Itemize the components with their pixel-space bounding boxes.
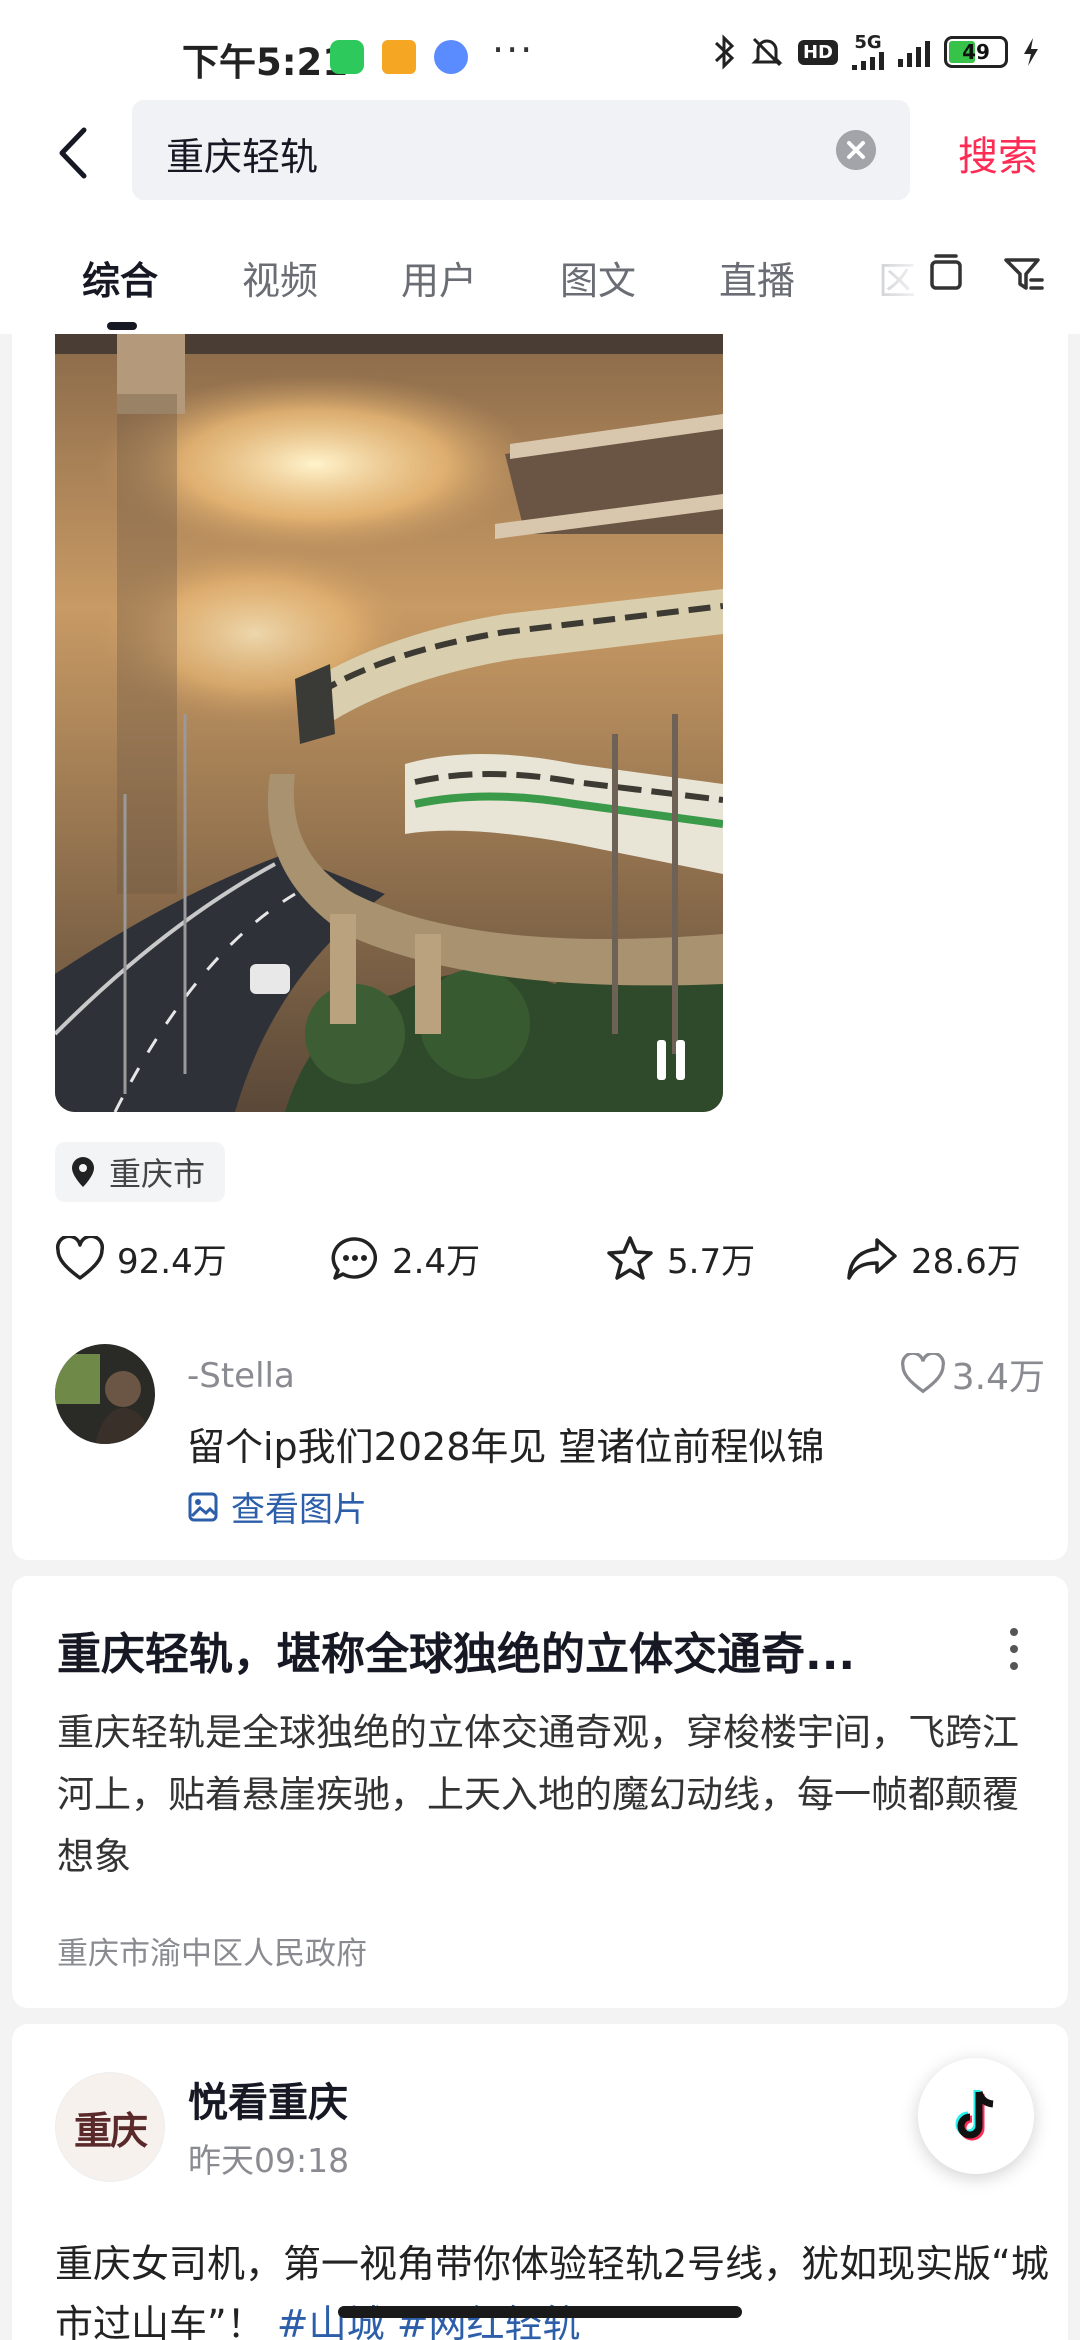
pause-icon[interactable] xyxy=(653,1038,689,1082)
clear-search-icon[interactable] xyxy=(836,130,876,170)
avatar-text: 重庆 xyxy=(73,2107,148,2153)
favorite-count: 5.7万 xyxy=(667,1242,756,1282)
heart-icon xyxy=(55,1235,105,1280)
heart-icon xyxy=(900,1353,945,1394)
more-notifications-icon: ··· xyxy=(492,28,535,72)
battery-icon: 49 xyxy=(944,36,1008,68)
network-type: 5G xyxy=(854,32,882,53)
top-comment[interactable]: -Stella 3.4万 留个ip我们2028年见 望诸位前程似锦 查看图片 xyxy=(55,1344,1045,1530)
cloud-app-notification-icon xyxy=(434,40,468,74)
battery-level: 49 xyxy=(962,40,990,64)
charging-icon xyxy=(1024,38,1038,66)
active-tab-indicator xyxy=(107,322,137,330)
comment-like-count: 3.4万 xyxy=(951,1357,1045,1398)
tab-image-text[interactable]: 图文 xyxy=(560,250,636,305)
signal-icon xyxy=(852,52,884,70)
comment-username[interactable]: -Stella xyxy=(187,1356,295,1396)
article-title[interactable]: 重庆轻轨，堪称全球独绝的立体交通奇... xyxy=(57,1618,937,1682)
search-button[interactable]: 搜索 xyxy=(958,124,1038,182)
comment-like-button[interactable]: 3.4万 xyxy=(900,1348,1045,1400)
status-time: 下午5:21 xyxy=(182,41,349,84)
filter-icon[interactable] xyxy=(1000,250,1048,298)
share-button[interactable]: 28.6万 xyxy=(845,1234,1021,1283)
post-actions: 92.4万 2.4万 5.7万 28.6万 xyxy=(55,1234,1045,1304)
share-count: 28.6万 xyxy=(911,1242,1021,1282)
signal-strength-icon xyxy=(898,37,930,67)
comment-count: 2.4万 xyxy=(392,1242,481,1282)
post-time: 昨天09:18 xyxy=(188,2141,350,2180)
location-pin-icon xyxy=(72,1157,94,1187)
avatar[interactable]: 重庆 xyxy=(55,2072,165,2182)
more-options-icon[interactable] xyxy=(1004,1624,1024,1674)
comment-button[interactable]: 2.4万 xyxy=(330,1234,480,1283)
douyin-logo-icon xyxy=(955,2090,994,2141)
tab-live[interactable]: 直播 xyxy=(719,250,795,305)
home-indicator[interactable] xyxy=(338,2306,742,2318)
search-input[interactable]: 重庆轻轨 xyxy=(132,100,910,200)
location-label: 重庆市 xyxy=(109,1155,206,1193)
hd-badge: HD xyxy=(797,39,838,65)
view-image-link[interactable]: 查看图片 xyxy=(187,1482,367,1531)
view-image-label: 查看图片 xyxy=(231,1490,367,1530)
location-tag[interactable]: 重庆市 xyxy=(55,1142,226,1202)
article-card[interactable]: 重庆轻轨，堪称全球独绝的立体交通奇... 重庆轻轨是全球独绝的立体交通奇观，穿梭… xyxy=(12,1576,1068,2008)
next-post-card[interactable]: 重庆 悦看重庆 昨天09:18 重庆女司机，第一视角带你体验轻轨2号线，犹如现实… xyxy=(12,2024,1068,2340)
mute-bell-icon xyxy=(751,37,783,67)
like-button[interactable]: 92.4万 xyxy=(55,1234,227,1283)
article-source[interactable]: 重庆市渝中区人民政府 xyxy=(57,1928,367,1973)
douyin-floating-button[interactable] xyxy=(918,2058,1034,2174)
share-arrow-icon xyxy=(847,1237,897,1280)
article-description: 重庆轻轨是全球独绝的立体交通奇观，穿梭楼宇间，飞跨江河上，贴着悬崖疾驰，上天入地… xyxy=(57,1711,1019,1878)
tab-users[interactable]: 用户 xyxy=(401,250,477,305)
comment-text: 留个ip我们2028年见 望诸位前程似锦 xyxy=(187,1425,825,1469)
layout-toggle-icon[interactable] xyxy=(922,250,970,298)
search-query[interactable]: 重庆轻轨 xyxy=(166,126,318,181)
back-arrow-icon[interactable] xyxy=(48,118,108,188)
light-rail-video-frame xyxy=(55,334,723,1112)
like-count: 92.4万 xyxy=(117,1242,227,1282)
video-post-card: 重庆市 92.4万 2.4万 5.7万 28.6万 -Stella 3.4万 留… xyxy=(12,334,1068,1560)
search-tabs: 综合 视频 用户 图文 直播 区 xyxy=(0,210,1080,334)
status-bar: 下午5:21 ··· HD 5G 49 xyxy=(0,0,1080,100)
search-header: 重庆轻轨 搜索 xyxy=(0,100,1080,210)
avatar[interactable] xyxy=(55,1344,155,1444)
image-icon xyxy=(188,1492,218,1521)
star-icon xyxy=(607,1235,653,1280)
wechat-notification-icon xyxy=(330,40,364,74)
58-app-notification-icon xyxy=(382,40,416,74)
tab-video[interactable]: 视频 xyxy=(242,250,318,305)
bluetooth-icon xyxy=(714,34,735,70)
video-player[interactable] xyxy=(55,334,723,1112)
post-text: 重庆女司机，第一视角带你体验轻轨2号线，犹如现实版“城市过山车”！ #山城 #网… xyxy=(55,2234,1055,2340)
author-name[interactable]: 悦看重庆 xyxy=(188,2070,348,2128)
favorite-button[interactable]: 5.7万 xyxy=(605,1234,755,1283)
tab-comprehensive[interactable]: 综合 xyxy=(82,250,158,305)
comment-bubble-icon xyxy=(331,1236,378,1280)
